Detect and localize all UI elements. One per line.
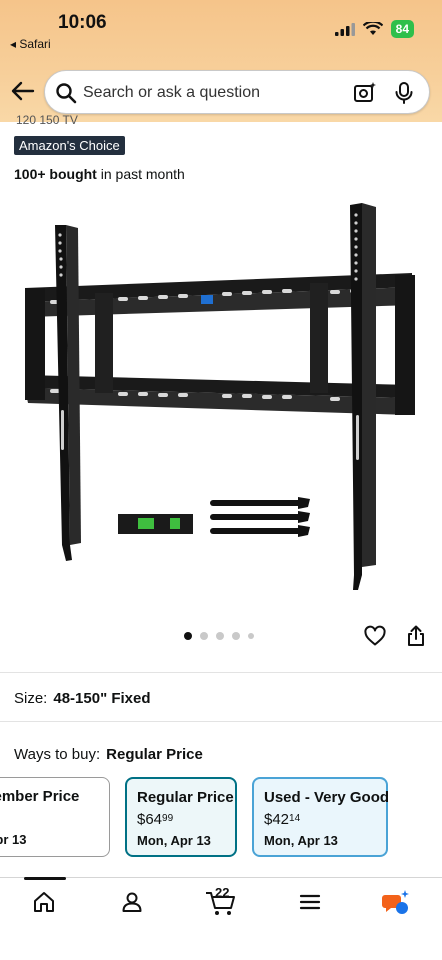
wifi-icon [362, 22, 383, 35]
option-delivery-date: Mon, Apr 13 [137, 833, 211, 848]
size-value: 48-150" Fixed [53, 690, 151, 707]
home-icon[interactable] [32, 890, 56, 914]
cable-ties [210, 497, 310, 537]
battery-indicator: 84 [390, 20, 414, 38]
member-price-option[interactable]: Member Price Apr 13 [0, 777, 110, 857]
right-bracket [350, 203, 376, 590]
size-label: Size: [14, 690, 48, 707]
option-delivery-date: Mon, Apr 13 [264, 833, 338, 848]
ways-to-buy-value: Regular Price [106, 746, 203, 763]
bought-count: 100+ bought in past month [14, 166, 185, 182]
search-input[interactable]: Search or ask a question [44, 70, 430, 114]
carousel-dot[interactable] [248, 633, 254, 639]
microphone-icon[interactable] [393, 81, 415, 105]
heart-icon[interactable] [363, 624, 387, 648]
regular-price-option[interactable]: Regular Price $6499 Mon, Apr 13 [125, 777, 237, 857]
account-icon[interactable] [120, 890, 144, 914]
used-very-good-option[interactable]: Used - Very Good $4214 Mon, Apr 13 [252, 777, 390, 857]
cart-icon[interactable] [205, 890, 237, 916]
product-image[interactable] [20, 195, 420, 600]
carousel-dot[interactable] [200, 632, 208, 640]
back-arrow-icon[interactable] [10, 78, 36, 104]
option-title: Used - Very Good [264, 789, 390, 806]
menu-icon[interactable] [298, 890, 322, 914]
carousel-dot[interactable] [216, 632, 224, 640]
ways-to-buy-label: Ways to buy: [14, 746, 101, 763]
bubble-level [118, 514, 193, 534]
product-size-text: 120 150 TV [16, 114, 78, 126]
status-time: 10:06 [58, 12, 107, 33]
active-tab-indicator [24, 877, 66, 880]
camera-search-icon[interactable] [353, 81, 377, 105]
option-delivery-date: Apr 13 [0, 832, 27, 847]
rufus-ai-icon[interactable] [382, 890, 410, 916]
back-to-app-link[interactable]: ◂ Safari [10, 37, 51, 51]
amazons-choice-badge: Amazon's Choice [14, 136, 125, 155]
status-indicators: 84 [334, 20, 414, 38]
image-carousel-dots [184, 632, 254, 640]
left-bracket [55, 225, 81, 561]
signal-icon [334, 23, 355, 36]
search-placeholder: Search or ask a question [83, 84, 260, 101]
carousel-dot[interactable] [184, 632, 192, 640]
option-title: Regular Price [137, 789, 234, 806]
option-price: $4214 [264, 811, 301, 828]
share-icon[interactable] [405, 624, 427, 648]
ways-to-buy: Ways to buy: Regular Price [14, 746, 203, 763]
carousel-dot[interactable] [232, 632, 240, 640]
size-selector[interactable]: Size: 48-150" Fixed [14, 690, 151, 707]
option-title: Member Price [0, 788, 80, 805]
divider [0, 721, 442, 722]
divider [0, 672, 442, 673]
header: 10:06 ◂ Safari 84 Search or ask a questi… [0, 0, 442, 122]
option-price: $6499 [137, 811, 174, 828]
search-row: Search or ask a question [0, 70, 442, 114]
search-icon [56, 83, 77, 104]
